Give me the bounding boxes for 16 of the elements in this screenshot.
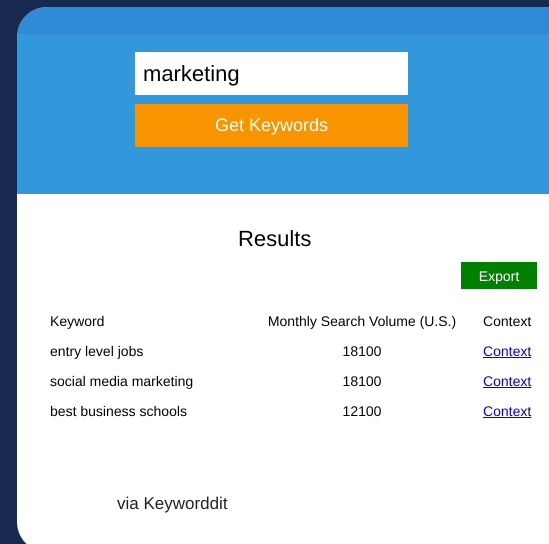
column-header: Keyword <box>50 313 104 329</box>
keyword-cell: entry level jobs <box>50 343 144 359</box>
volume-cell: 12100 <box>342 403 382 419</box>
context-link[interactable]: Context <box>483 403 532 419</box>
volume-cell: 18100 <box>342 373 382 389</box>
context-link[interactable]: Context <box>483 373 532 389</box>
keyword-cell: best business schools <box>50 403 187 419</box>
keyword-cell: social media marketing <box>50 373 194 389</box>
search-field[interactable]: marketing <box>135 52 408 95</box>
column-header: Context <box>483 313 532 329</box>
export-button[interactable]: Export <box>461 262 537 289</box>
context-link[interactable]: Context <box>483 343 532 359</box>
results-heading: Results <box>238 226 312 253</box>
volume-cell: 18100 <box>342 343 382 359</box>
footer-credit: via Keyworddit <box>117 494 229 514</box>
column-header: Monthly Search Volume (U.S.) <box>268 313 456 329</box>
